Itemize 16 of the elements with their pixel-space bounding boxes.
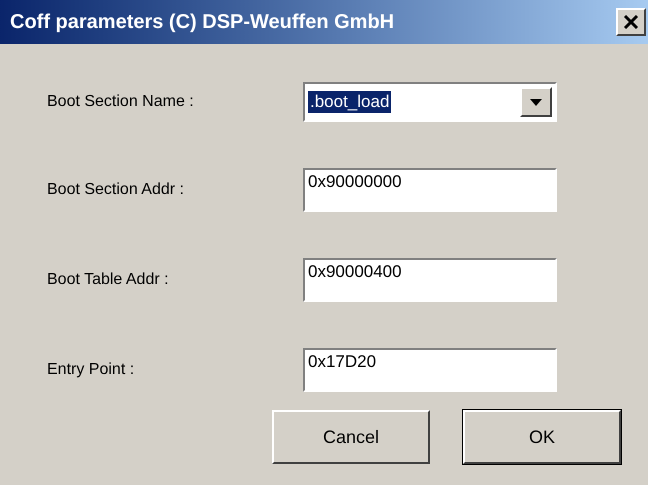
close-button[interactable] [616,8,646,36]
dialog-button[interactable]: Cancel [272,410,430,464]
field-label: Entry Point : [47,360,136,380]
dropdown-arrow-button[interactable] [520,87,552,117]
dialog-button[interactable]: OK [463,410,621,464]
close-icon [623,15,639,29]
address-field[interactable]: 0x90000400 [303,258,557,302]
section-dropdown[interactable]: .boot_load [303,82,557,122]
dropdown-value: .boot_load [308,91,392,113]
address-field[interactable]: 0x90000000 [303,168,557,212]
window-title: Coff parameters (C) DSP-Weuffen GmbH [10,10,394,35]
caret-icon [530,98,542,106]
field-label: Boot Table Addr : [47,270,170,290]
field-label: Boot Section Addr : [47,180,185,200]
address-field[interactable]: 0x17D20 [303,348,557,392]
field-label: Boot Section Name : [47,92,195,112]
